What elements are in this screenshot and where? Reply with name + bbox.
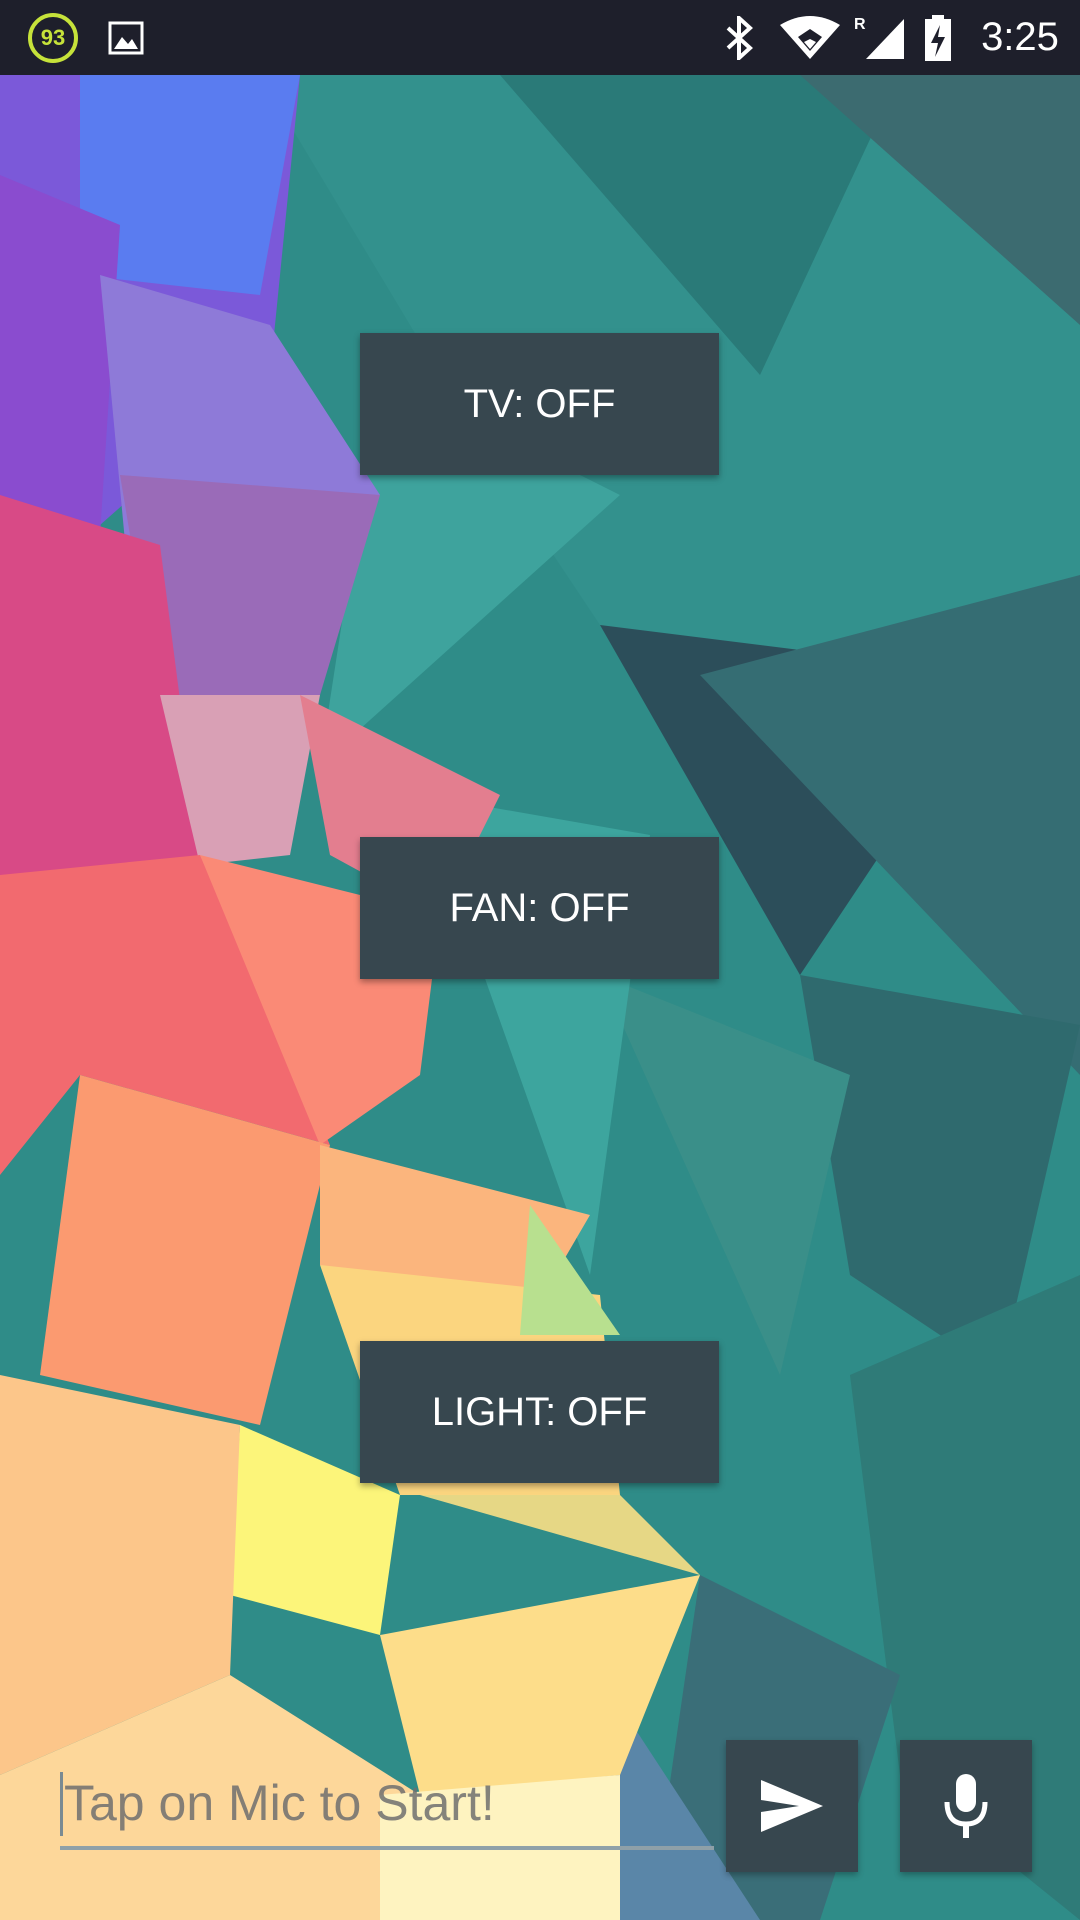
clock: 3:25 — [981, 15, 1059, 59]
mic-icon — [944, 1774, 988, 1838]
bluetooth-icon — [720, 0, 760, 75]
command-input-wrapper — [60, 1760, 718, 1850]
signal-icon: R — [850, 0, 910, 75]
screen: 93 R 3:25 TV: OFF FAN: OFF LIGHT: OFF Ta… — [0, 0, 1080, 1920]
mic-button[interactable] — [900, 1740, 1032, 1872]
gallery-icon — [104, 0, 148, 75]
roaming-indicator: R — [854, 16, 866, 33]
send-button[interactable] — [726, 1740, 858, 1872]
status-bar: 93 R 3:25 — [0, 0, 1080, 75]
battery-circle-icon: 93 — [26, 0, 80, 75]
send-icon — [761, 1780, 823, 1832]
fan-toggle-button[interactable]: FAN: OFF — [360, 837, 719, 979]
wifi-icon — [775, 0, 845, 75]
light-toggle-button[interactable]: LIGHT: OFF — [360, 1341, 719, 1483]
battery-charging-icon — [918, 0, 958, 75]
battery-level-text: 93 — [28, 12, 78, 63]
input-cursor — [60, 1772, 63, 1836]
command-input[interactable] — [60, 1760, 718, 1846]
tv-toggle-button[interactable]: TV: OFF — [360, 333, 719, 475]
input-underline — [60, 1846, 714, 1850]
